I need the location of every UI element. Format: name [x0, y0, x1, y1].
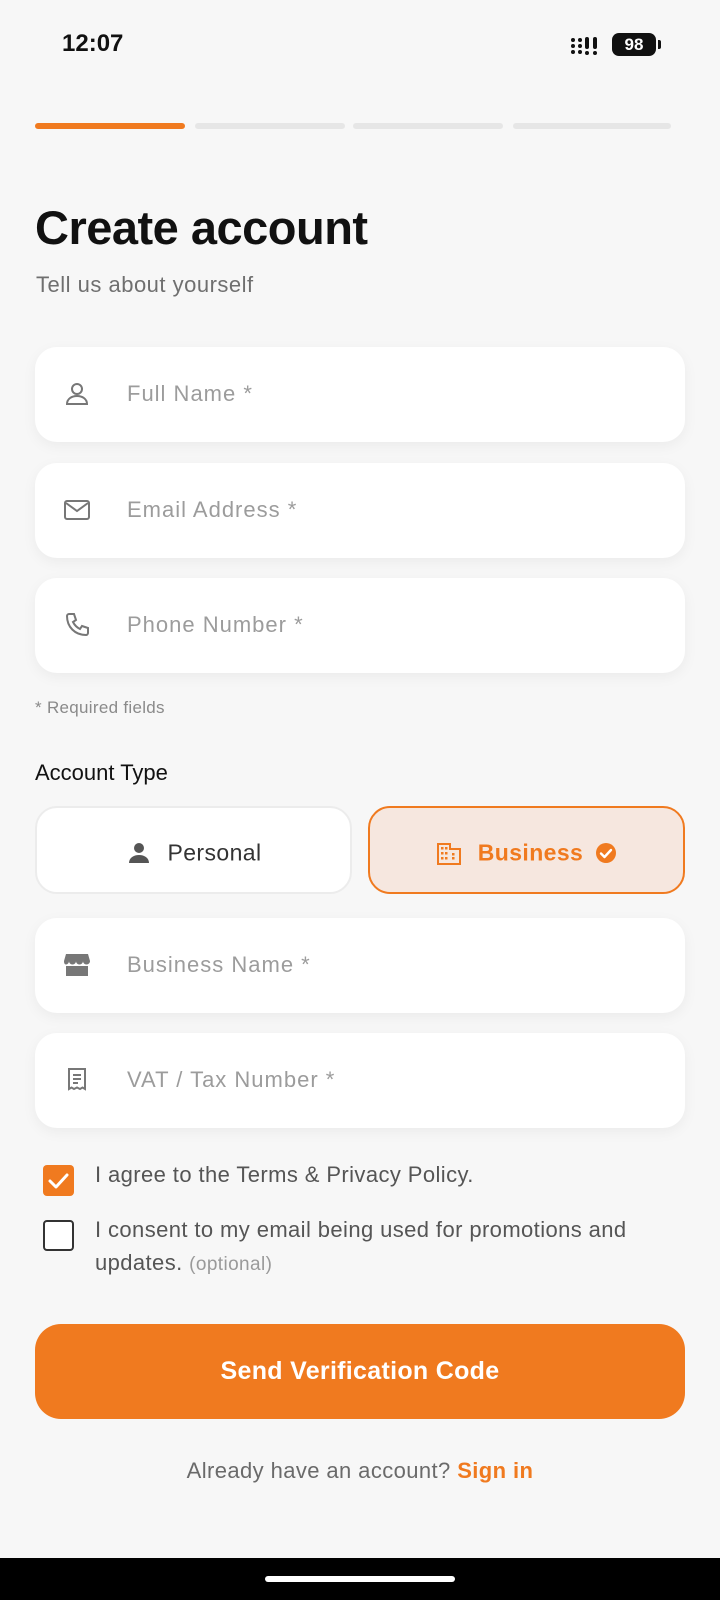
business-name-placeholder: Business Name *: [127, 952, 311, 977]
progress-step-4: [513, 123, 671, 129]
home-indicator[interactable]: [265, 1576, 455, 1582]
person-outline-icon: [65, 383, 89, 405]
terms-text: I agree to the Terms & Privacy Policy.: [95, 1162, 474, 1187]
progress-step-1: [35, 123, 185, 129]
step-progress: [35, 123, 685, 129]
phone-field[interactable]: Phone Number *: [35, 578, 685, 673]
marketing-text-main: I consent to my email being used for pro…: [95, 1217, 627, 1275]
required-fields-hint: * Required fields: [35, 698, 165, 717]
signin-link[interactable]: Sign in: [457, 1458, 533, 1483]
marketing-checkbox[interactable]: [43, 1220, 74, 1251]
battery-indicator: 98: [612, 33, 656, 56]
terms-checkbox[interactable]: [43, 1165, 74, 1196]
vat-placeholder: VAT / Tax Number *: [127, 1067, 336, 1092]
page-title: Create account: [35, 201, 368, 254]
progress-step-3: [353, 123, 503, 129]
status-time: 12:07: [62, 30, 124, 57]
send-verification-button[interactable]: Send Verification Code: [35, 1324, 685, 1419]
email-placeholder: Email Address *: [127, 497, 298, 522]
progress-step-2: [195, 123, 345, 129]
personal-account-button[interactable]: Personal: [35, 806, 352, 894]
mail-icon: [64, 500, 90, 520]
business-name-field[interactable]: Business Name *: [35, 918, 685, 1013]
page-subtitle: Tell us about yourself: [36, 272, 254, 297]
email-field[interactable]: Email Address *: [35, 463, 685, 558]
status-bar: 12:07 98: [0, 0, 720, 90]
business-label: Business: [477, 839, 584, 866]
full-name-field[interactable]: Full Name *: [35, 347, 685, 442]
signal-icon: [571, 37, 597, 55]
vat-number-field[interactable]: VAT / Tax Number *: [35, 1033, 685, 1128]
person-icon: [128, 842, 149, 863]
battery-cap: [658, 40, 661, 49]
full-name-placeholder: Full Name *: [127, 381, 253, 406]
phone-placeholder: Phone Number *: [127, 612, 304, 637]
personal-label: Personal: [167, 839, 262, 866]
checkmark-icon: [48, 1173, 69, 1189]
receipt-icon: [68, 1068, 86, 1091]
phone-icon: [65, 613, 89, 637]
check-circle-icon: [596, 842, 617, 863]
signin-row: Already have an account? Sign in: [0, 1458, 720, 1484]
signin-prompt: Already have an account?: [186, 1458, 451, 1483]
business-account-button[interactable]: Business: [368, 806, 685, 894]
optional-tag: (optional): [189, 1254, 273, 1275]
storefront-icon: [64, 954, 90, 976]
building-icon: [436, 842, 461, 865]
marketing-text: I consent to my email being used for pro…: [95, 1213, 695, 1281]
account-type-label: Account Type: [35, 760, 168, 785]
